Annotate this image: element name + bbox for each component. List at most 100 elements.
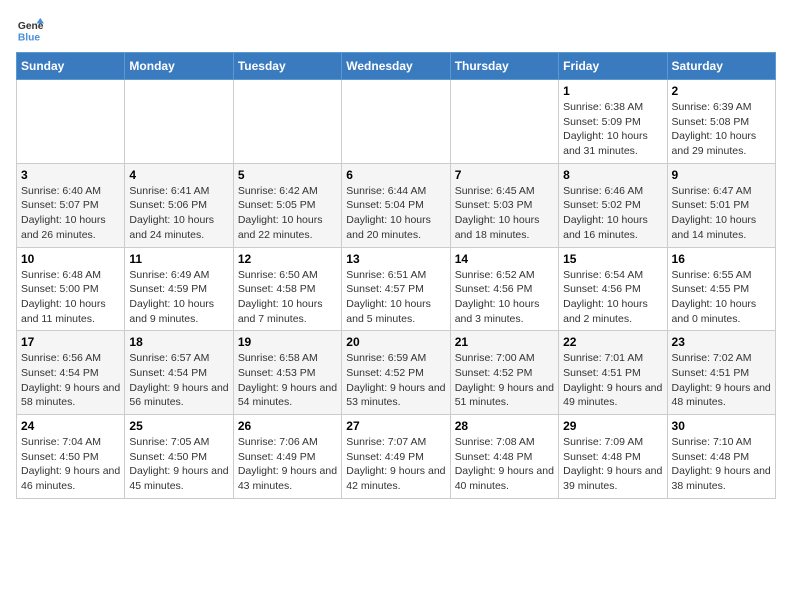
day-info: Sunrise: 6:57 AM Sunset: 4:54 PM Dayligh… — [129, 351, 228, 410]
day-info: Sunrise: 6:42 AM Sunset: 5:05 PM Dayligh… — [238, 184, 337, 243]
day-number: 11 — [129, 252, 228, 266]
day-number: 29 — [563, 419, 662, 433]
day-number: 19 — [238, 335, 337, 349]
calendar-week-3: 10 Sunrise: 6:48 AM Sunset: 5:00 PM Dayli… — [17, 247, 776, 331]
day-number: 13 — [346, 252, 445, 266]
calendar-cell: 3 Sunrise: 6:40 AM Sunset: 5:07 PM Daylig… — [17, 163, 125, 247]
day-number: 26 — [238, 419, 337, 433]
calendar-cell — [233, 80, 341, 164]
day-info: Sunrise: 7:04 AM Sunset: 4:50 PM Dayligh… — [21, 435, 120, 494]
day-info: Sunrise: 7:05 AM Sunset: 4:50 PM Dayligh… — [129, 435, 228, 494]
logo-icon: General Blue — [16, 16, 44, 44]
day-info: Sunrise: 6:59 AM Sunset: 4:52 PM Dayligh… — [346, 351, 445, 410]
day-number: 22 — [563, 335, 662, 349]
calendar-cell — [125, 80, 233, 164]
day-info: Sunrise: 6:40 AM Sunset: 5:07 PM Dayligh… — [21, 184, 120, 243]
day-number: 28 — [455, 419, 554, 433]
weekday-header-friday: Friday — [559, 53, 667, 80]
day-info: Sunrise: 6:47 AM Sunset: 5:01 PM Dayligh… — [672, 184, 771, 243]
day-number: 5 — [238, 168, 337, 182]
day-info: Sunrise: 6:56 AM Sunset: 4:54 PM Dayligh… — [21, 351, 120, 410]
day-info: Sunrise: 7:01 AM Sunset: 4:51 PM Dayligh… — [563, 351, 662, 410]
calendar-cell: 24 Sunrise: 7:04 AM Sunset: 4:50 PM Dayli… — [17, 415, 125, 499]
calendar-week-5: 24 Sunrise: 7:04 AM Sunset: 4:50 PM Dayli… — [17, 415, 776, 499]
calendar-cell: 18Sunrise: 6:57 AM Sunset: 4:54 PM Dayli… — [125, 331, 233, 415]
calendar-cell: 5 Sunrise: 6:42 AM Sunset: 5:05 PM Daylig… — [233, 163, 341, 247]
calendar-week-1: 1 Sunrise: 6:38 AM Sunset: 5:09 PM Daylig… — [17, 80, 776, 164]
day-info: Sunrise: 6:58 AM Sunset: 4:53 PM Dayligh… — [238, 351, 337, 410]
day-number: 14 — [455, 252, 554, 266]
weekday-header-wednesday: Wednesday — [342, 53, 450, 80]
day-info: Sunrise: 6:55 AM Sunset: 4:55 PM Dayligh… — [672, 268, 771, 327]
calendar-cell: 17 Sunrise: 6:56 AM Sunset: 4:54 PM Dayli… — [17, 331, 125, 415]
calendar-cell: 7Sunrise: 6:45 AM Sunset: 5:03 PM Daylig… — [450, 163, 558, 247]
calendar-week-4: 17 Sunrise: 6:56 AM Sunset: 4:54 PM Dayli… — [17, 331, 776, 415]
calendar-cell: 25 Sunrise: 7:05 AM Sunset: 4:50 PM Dayli… — [125, 415, 233, 499]
calendar-cell: 1 Sunrise: 6:38 AM Sunset: 5:09 PM Daylig… — [559, 80, 667, 164]
day-info: Sunrise: 6:49 AM Sunset: 4:59 PM Dayligh… — [129, 268, 228, 327]
day-info: Sunrise: 6:41 AM Sunset: 5:06 PM Dayligh… — [129, 184, 228, 243]
day-number: 15 — [563, 252, 662, 266]
day-number: 8 — [563, 168, 662, 182]
day-info: Sunrise: 6:48 AM Sunset: 5:00 PM Dayligh… — [21, 268, 120, 327]
calendar-cell: 16 Sunrise: 6:55 AM Sunset: 4:55 PM Dayli… — [667, 247, 775, 331]
calendar-cell: 30Sunrise: 7:10 AM Sunset: 4:48 PM Dayli… — [667, 415, 775, 499]
day-info: Sunrise: 6:45 AM Sunset: 5:03 PM Dayligh… — [455, 184, 554, 243]
logo: General Blue — [16, 16, 44, 44]
calendar-cell: 6 Sunrise: 6:44 AM Sunset: 5:04 PM Daylig… — [342, 163, 450, 247]
calendar-header: SundayMondayTuesdayWednesdayThursdayFrid… — [17, 53, 776, 80]
calendar-cell — [342, 80, 450, 164]
day-info: Sunrise: 7:00 AM Sunset: 4:52 PM Dayligh… — [455, 351, 554, 410]
day-number: 25 — [129, 419, 228, 433]
day-number: 16 — [672, 252, 771, 266]
day-number: 10 — [21, 252, 120, 266]
day-number: 9 — [672, 168, 771, 182]
day-number: 21 — [455, 335, 554, 349]
calendar-cell: 29 Sunrise: 7:09 AM Sunset: 4:48 PM Dayli… — [559, 415, 667, 499]
calendar-cell: 20 Sunrise: 6:59 AM Sunset: 4:52 PM Dayli… — [342, 331, 450, 415]
svg-text:Blue: Blue — [18, 32, 41, 43]
calendar-cell: 28Sunrise: 7:08 AM Sunset: 4:48 PM Dayli… — [450, 415, 558, 499]
day-number: 20 — [346, 335, 445, 349]
day-number: 1 — [563, 84, 662, 98]
day-info: Sunrise: 6:51 AM Sunset: 4:57 PM Dayligh… — [346, 268, 445, 327]
weekday-header-sunday: Sunday — [17, 53, 125, 80]
calendar-cell: 2 Sunrise: 6:39 AM Sunset: 5:08 PM Daylig… — [667, 80, 775, 164]
calendar-cell: 26 Sunrise: 7:06 AM Sunset: 4:49 PM Dayli… — [233, 415, 341, 499]
day-info: Sunrise: 7:10 AM Sunset: 4:48 PM Dayligh… — [672, 435, 771, 494]
calendar-cell: 19 Sunrise: 6:58 AM Sunset: 4:53 PM Dayli… — [233, 331, 341, 415]
calendar: SundayMondayTuesdayWednesdayThursdayFrid… — [16, 52, 776, 499]
day-info: Sunrise: 7:07 AM Sunset: 4:49 PM Dayligh… — [346, 435, 445, 494]
calendar-cell: 23Sunrise: 7:02 AM Sunset: 4:51 PM Dayli… — [667, 331, 775, 415]
day-info: Sunrise: 6:38 AM Sunset: 5:09 PM Dayligh… — [563, 100, 662, 159]
calendar-cell: 22 Sunrise: 7:01 AM Sunset: 4:51 PM Dayli… — [559, 331, 667, 415]
day-info: Sunrise: 6:39 AM Sunset: 5:08 PM Dayligh… — [672, 100, 771, 159]
calendar-cell: 9 Sunrise: 6:47 AM Sunset: 5:01 PM Daylig… — [667, 163, 775, 247]
day-number: 4 — [129, 168, 228, 182]
calendar-cell: 11 Sunrise: 6:49 AM Sunset: 4:59 PM Dayli… — [125, 247, 233, 331]
calendar-body: 1 Sunrise: 6:38 AM Sunset: 5:09 PM Daylig… — [17, 80, 776, 499]
day-number: 24 — [21, 419, 120, 433]
weekday-header-thursday: Thursday — [450, 53, 558, 80]
calendar-cell: 12Sunrise: 6:50 AM Sunset: 4:58 PM Dayli… — [233, 247, 341, 331]
day-info: Sunrise: 6:54 AM Sunset: 4:56 PM Dayligh… — [563, 268, 662, 327]
weekday-header-tuesday: Tuesday — [233, 53, 341, 80]
calendar-cell: 14Sunrise: 6:52 AM Sunset: 4:56 PM Dayli… — [450, 247, 558, 331]
day-info: Sunrise: 7:06 AM Sunset: 4:49 PM Dayligh… — [238, 435, 337, 494]
calendar-week-2: 3 Sunrise: 6:40 AM Sunset: 5:07 PM Daylig… — [17, 163, 776, 247]
weekday-row: SundayMondayTuesdayWednesdayThursdayFrid… — [17, 53, 776, 80]
day-number: 17 — [21, 335, 120, 349]
calendar-cell: 10 Sunrise: 6:48 AM Sunset: 5:00 PM Dayli… — [17, 247, 125, 331]
day-info: Sunrise: 6:46 AM Sunset: 5:02 PM Dayligh… — [563, 184, 662, 243]
page-header: General Blue — [16, 16, 776, 44]
day-number: 6 — [346, 168, 445, 182]
day-info: Sunrise: 7:09 AM Sunset: 4:48 PM Dayligh… — [563, 435, 662, 494]
weekday-header-saturday: Saturday — [667, 53, 775, 80]
day-number: 2 — [672, 84, 771, 98]
calendar-cell: 8 Sunrise: 6:46 AM Sunset: 5:02 PM Daylig… — [559, 163, 667, 247]
day-info: Sunrise: 6:44 AM Sunset: 5:04 PM Dayligh… — [346, 184, 445, 243]
calendar-cell: 13 Sunrise: 6:51 AM Sunset: 4:57 PM Dayli… — [342, 247, 450, 331]
calendar-cell: 27Sunrise: 7:07 AM Sunset: 4:49 PM Dayli… — [342, 415, 450, 499]
day-number: 3 — [21, 168, 120, 182]
day-number: 23 — [672, 335, 771, 349]
